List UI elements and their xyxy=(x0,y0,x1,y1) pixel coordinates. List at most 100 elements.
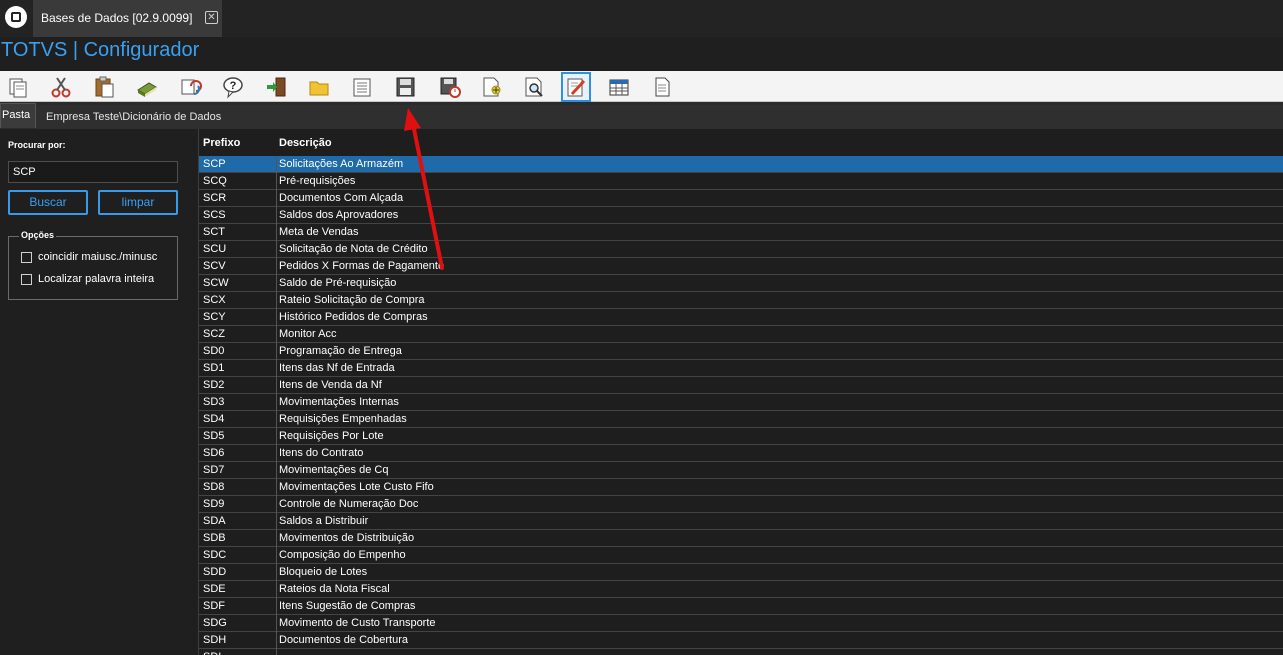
options-group: Opções coincidir maiusc./minusc Localiza… xyxy=(8,230,178,300)
search-label: Procurar por: xyxy=(8,140,66,150)
cell-descricao: Movimentações Lote Custo Fifo xyxy=(279,481,434,493)
cell-prefixo: SDE xyxy=(203,583,226,595)
table-row[interactable]: SD6 Itens do Contrato xyxy=(199,445,1283,462)
table-row[interactable]: SD0 Programação de Entrega xyxy=(199,343,1283,360)
table-row[interactable]: SD3 Movimentações Internas xyxy=(199,394,1283,411)
column-divider xyxy=(276,445,277,462)
exit-button[interactable] xyxy=(263,74,289,100)
table-row[interactable]: SDG Movimento de Custo Transporte xyxy=(199,615,1283,632)
table-row[interactable]: SCU Solicitação de Nota de Crédito xyxy=(199,241,1283,258)
column-divider xyxy=(276,207,277,224)
cell-prefixo: SD9 xyxy=(203,498,225,510)
totvs-logo-icon xyxy=(5,6,27,28)
close-icon[interactable]: ✕ xyxy=(205,11,218,24)
folder-button[interactable] xyxy=(306,74,332,100)
cut-icon xyxy=(51,77,71,98)
book-icon xyxy=(137,82,157,97)
table-row[interactable]: SDD Bloqueio de Lotes xyxy=(199,564,1283,581)
cell-prefixo: SD0 xyxy=(203,345,225,357)
paste-icon xyxy=(95,76,114,98)
exit-icon xyxy=(267,77,286,97)
table-row[interactable]: SDC Composição do Empenho xyxy=(199,547,1283,564)
app-title-bar: TOTVS | Configurador xyxy=(0,37,1283,71)
column-header-descricao[interactable]: Descrição xyxy=(279,137,332,149)
column-divider xyxy=(276,156,277,173)
table-row[interactable]: SCX Rateio Solicitação de Compra xyxy=(199,292,1283,309)
table-row[interactable]: SDE Rateios da Nota Fiscal xyxy=(199,581,1283,598)
table-row[interactable]: SCP Solicitações Ao Armazém xyxy=(199,156,1283,173)
table-row[interactable]: SD2 Itens de Venda da Nf xyxy=(199,377,1283,394)
new-document-button[interactable] xyxy=(478,74,504,100)
table-row[interactable]: SD5 Requisições Por Lote xyxy=(199,428,1283,445)
column-divider xyxy=(276,275,277,292)
cell-prefixo: SCW xyxy=(203,277,229,289)
cell-prefixo: SCP xyxy=(203,158,226,170)
cell-descricao: Monitor Acc xyxy=(279,328,337,340)
cut-button[interactable] xyxy=(48,74,74,100)
whole-word-checkbox[interactable] xyxy=(21,274,32,285)
table-row[interactable]: SCS Saldos dos Aprovadores xyxy=(199,207,1283,224)
options-legend: Opções xyxy=(19,230,57,240)
svg-text:?: ? xyxy=(230,80,237,92)
book-button[interactable] xyxy=(134,74,160,100)
grid-body: SCP Solicitações Ao Armazém SCQ Pré-requisi… xyxy=(199,156,1283,655)
cell-prefixo: SD5 xyxy=(203,430,225,442)
cell-descricao: Programação de Entrega xyxy=(279,345,402,357)
column-divider xyxy=(276,377,277,394)
table-button[interactable] xyxy=(606,74,632,100)
table-row[interactable]: SDB Movimentos de Distribuição xyxy=(199,530,1283,547)
table-row[interactable]: SD8 Movimentações Lote Custo Fifo xyxy=(199,479,1283,496)
table-row[interactable]: SD7 Movimentações de Cq xyxy=(199,462,1283,479)
table-row[interactable]: SCQ Pré-requisições xyxy=(199,173,1283,190)
tab-bases-de-dados[interactable]: Bases de Dados [02.9.0099] ✕ xyxy=(33,0,222,37)
table-row[interactable]: SCZ Monitor Acc xyxy=(199,326,1283,343)
table-row[interactable]: SDI xyxy=(199,649,1283,655)
document-icon xyxy=(655,77,670,97)
cell-descricao: Saldos a Distribuir xyxy=(279,515,369,527)
limpar-button[interactable]: limpar xyxy=(98,190,178,215)
copy-button[interactable] xyxy=(5,74,31,100)
table-row[interactable]: SDF Itens Sugestão de Compras xyxy=(199,598,1283,615)
cell-descricao: Documentos Com Alçada xyxy=(279,192,404,204)
tab-pasta[interactable]: Pasta xyxy=(0,103,36,128)
table-row[interactable]: SD9 Controle de Numeração Doc xyxy=(199,496,1283,513)
column-divider xyxy=(276,309,277,326)
table-row[interactable]: SD1 Itens das Nf de Entrada xyxy=(199,360,1283,377)
tables-grid: Prefixo Descrição SCP Solicitações Ao Arm… xyxy=(199,129,1283,655)
save-clock-button[interactable] xyxy=(437,74,463,100)
table-row[interactable]: SDH Documentos de Cobertura xyxy=(199,632,1283,649)
help-button[interactable]: ? xyxy=(220,74,246,100)
match-case-label: coincidir maiusc./minusc xyxy=(38,251,158,263)
cell-descricao: Rateios da Nota Fiscal xyxy=(279,583,390,595)
table-row[interactable]: SCY Histórico Pedidos de Compras xyxy=(199,309,1283,326)
table-row[interactable]: SCV Pedidos X Formas de Pagamento xyxy=(199,258,1283,275)
cell-prefixo: SCU xyxy=(203,243,227,255)
column-divider xyxy=(276,190,277,207)
table-row[interactable]: SDA Saldos a Distribuir xyxy=(199,513,1283,530)
cell-prefixo: SD7 xyxy=(203,464,225,476)
paste-button[interactable] xyxy=(91,74,117,100)
cell-prefixo: SDD xyxy=(203,566,227,578)
table-row[interactable]: SCT Meta de Vendas xyxy=(199,224,1283,241)
column-divider xyxy=(276,173,277,190)
search-input[interactable]: SCP xyxy=(8,161,178,183)
list-button[interactable] xyxy=(349,74,375,100)
cell-descricao: Itens das Nf de Entrada xyxy=(279,362,395,374)
cell-descricao: Histórico Pedidos de Compras xyxy=(279,311,428,323)
save-button[interactable] xyxy=(392,74,418,100)
column-header-prefixo[interactable]: Prefixo xyxy=(203,137,240,149)
edit-button[interactable] xyxy=(561,72,591,102)
cell-descricao: Saldo de Pré-requisição xyxy=(279,277,397,289)
match-case-checkbox[interactable] xyxy=(21,252,32,263)
table-row[interactable]: SCR Documentos Com Alçada xyxy=(199,190,1283,207)
buscar-button[interactable]: Buscar xyxy=(8,190,88,215)
column-divider xyxy=(276,258,277,275)
cell-prefixo: SCZ xyxy=(203,328,225,340)
preview-button[interactable] xyxy=(521,74,547,100)
column-divider xyxy=(276,547,277,564)
document-button[interactable] xyxy=(649,74,675,100)
cell-prefixo: SDH xyxy=(203,634,227,646)
refresh-button[interactable] xyxy=(177,74,203,100)
table-row[interactable]: SCW Saldo de Pré-requisição xyxy=(199,275,1283,292)
table-row[interactable]: SD4 Requisições Empenhadas xyxy=(199,411,1283,428)
